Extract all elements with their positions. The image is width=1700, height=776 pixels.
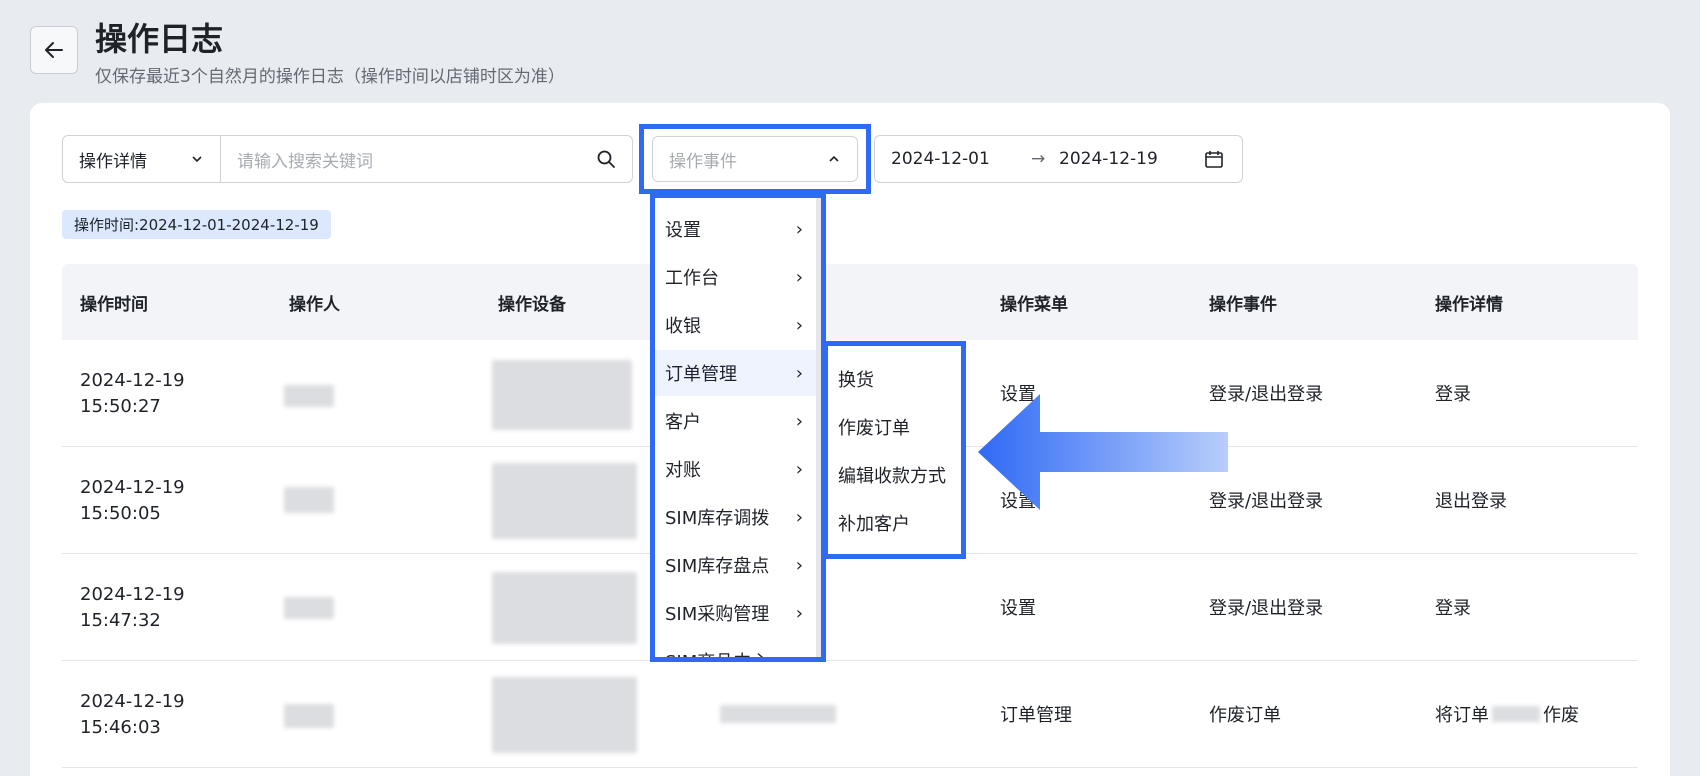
menu-item-sim-stocktake[interactable]: SIM库存盘点 › <box>655 542 821 588</box>
calendar-icon <box>1205 151 1223 168</box>
redacted-operator <box>284 704 334 728</box>
menu-item-customer[interactable]: 客户 › <box>655 398 821 444</box>
date-range-picker[interactable]: 2024-12-01 → 2024-12-19 <box>874 135 1243 183</box>
table-row: 2024-12-19 15:46:03 订单管理 作废订单 将订单 作废 <box>62 661 1638 768</box>
row-event: 作废订单 <box>1209 705 1281 726</box>
chevron-right-icon: › <box>795 458 803 480</box>
row-menu: 设置 <box>1000 598 1036 619</box>
arrow-left-icon <box>45 42 63 58</box>
page-subtitle: 仅保存最近3个自然月的操作日志（操作时间以店铺时区为准） <box>95 67 565 87</box>
column-header-device: 操作设备 <box>498 294 566 315</box>
chevron-right-icon: › <box>795 362 803 384</box>
redacted-order-id <box>1492 706 1540 722</box>
chevron-right-icon: › <box>795 410 803 432</box>
submenu-item-add-customer[interactable]: 补加客户 <box>828 500 961 546</box>
column-header-event: 操作事件 <box>1209 294 1277 315</box>
menu-item-sim-product-center[interactable]: SIM商品中心› <box>655 638 821 662</box>
search-placeholder: 请输入搜索关键词 <box>237 151 373 172</box>
chevron-right-icon: › <box>795 506 803 528</box>
date-start[interactable]: 2024-12-01 <box>891 149 1031 169</box>
chevron-right-icon: › <box>795 218 803 240</box>
chevron-right-icon: › <box>795 314 803 336</box>
menu-item-sim-purchase[interactable]: SIM采购管理 › <box>655 590 821 636</box>
row-time: 2024-12-19 15:46:03 <box>80 691 185 738</box>
column-header-time: 操作时间 <box>80 294 148 315</box>
menu-item-settings[interactable]: 设置 › <box>655 206 821 252</box>
active-filter-tag: 操作时间:2024-12-01-2024-12-19 <box>62 210 331 239</box>
detail-type-label: 操作详情 <box>79 151 147 172</box>
menu-scrollbar[interactable] <box>816 198 821 657</box>
menu-item-reconciliation[interactable]: 对账 › <box>655 446 821 492</box>
submenu-item-void-order[interactable]: 作废订单 <box>828 404 961 450</box>
redacted-device <box>492 572 637 644</box>
redacted-device <box>492 463 637 539</box>
row-detail: 登录 <box>1435 384 1471 405</box>
chevron-right-icon: › <box>795 602 803 624</box>
date-separator: → <box>1031 149 1046 169</box>
menu-item-order-management[interactable]: 订单管理 › <box>655 350 821 396</box>
menu-item-sim-transfer[interactable]: SIM库存调拨 › <box>655 494 821 540</box>
annotation-arrow-icon <box>978 394 1228 510</box>
date-end[interactable]: 2024-12-19 <box>1059 149 1204 169</box>
submenu-item-edit-payment[interactable]: 编辑收款方式 <box>828 452 961 498</box>
detail-type-select[interactable]: 操作详情 <box>63 136 221 182</box>
menu-item-workbench[interactable]: 工作台 › <box>655 254 821 300</box>
search-input[interactable]: 请输入搜索关键词 <box>221 136 632 182</box>
table-header: 操作时间 操作人 操作设备 操作菜单 操作事件 操作详情 <box>62 264 1638 340</box>
chevron-down-icon <box>192 156 202 163</box>
page-title: 操作日志 <box>95 20 224 58</box>
row-event: 登录/退出登录 <box>1209 598 1324 619</box>
event-submenu: 换货 作废订单 编辑收款方式 补加客户 <box>823 341 966 559</box>
redacted-device <box>492 677 637 753</box>
chevron-right-icon: › <box>795 650 803 662</box>
row-time: 2024-12-19 15:50:05 <box>80 477 185 524</box>
redacted-order <box>720 705 836 723</box>
redacted-operator <box>284 487 334 513</box>
column-header-menu: 操作菜单 <box>1000 294 1068 315</box>
table-row: 2024-12-19 15:47:32 设置 登录/退出登录 登录 <box>62 554 1638 661</box>
submenu-item-exchange[interactable]: 换货 <box>828 356 961 402</box>
chevron-up-icon <box>829 155 839 162</box>
event-select-placeholder: 操作事件 <box>669 151 737 172</box>
row-menu: 订单管理 <box>1000 705 1072 726</box>
search-icon[interactable] <box>596 149 616 169</box>
event-dropdown-menu: 设置 › 工作台 › 收银 › 订单管理 › 客户 › 对账 › SIM库存调拨 › SIM库… <box>650 193 826 662</box>
chevron-right-icon: › <box>795 554 803 576</box>
row-time: 2024-12-19 15:47:32 <box>80 584 185 631</box>
menu-item-cashier[interactable]: 收银 › <box>655 302 821 348</box>
search-filter-group: 操作详情 请输入搜索关键词 <box>62 135 633 183</box>
row-detail: 登录 <box>1435 598 1471 619</box>
redacted-device <box>492 360 632 430</box>
row-detail: 退出登录 <box>1435 491 1507 512</box>
row-detail: 将订单 作废 <box>1435 705 1579 726</box>
column-header-operator: 操作人 <box>289 294 340 315</box>
redacted-operator <box>284 597 334 619</box>
chevron-right-icon: › <box>795 266 803 288</box>
event-select[interactable]: 操作事件 <box>652 136 858 182</box>
back-button[interactable] <box>30 26 78 74</box>
row-time: 2024-12-19 15:50:27 <box>80 370 185 417</box>
column-header-detail: 操作详情 <box>1435 294 1503 315</box>
event-select-highlight: 操作事件 <box>639 124 871 194</box>
redacted-operator <box>284 385 334 407</box>
